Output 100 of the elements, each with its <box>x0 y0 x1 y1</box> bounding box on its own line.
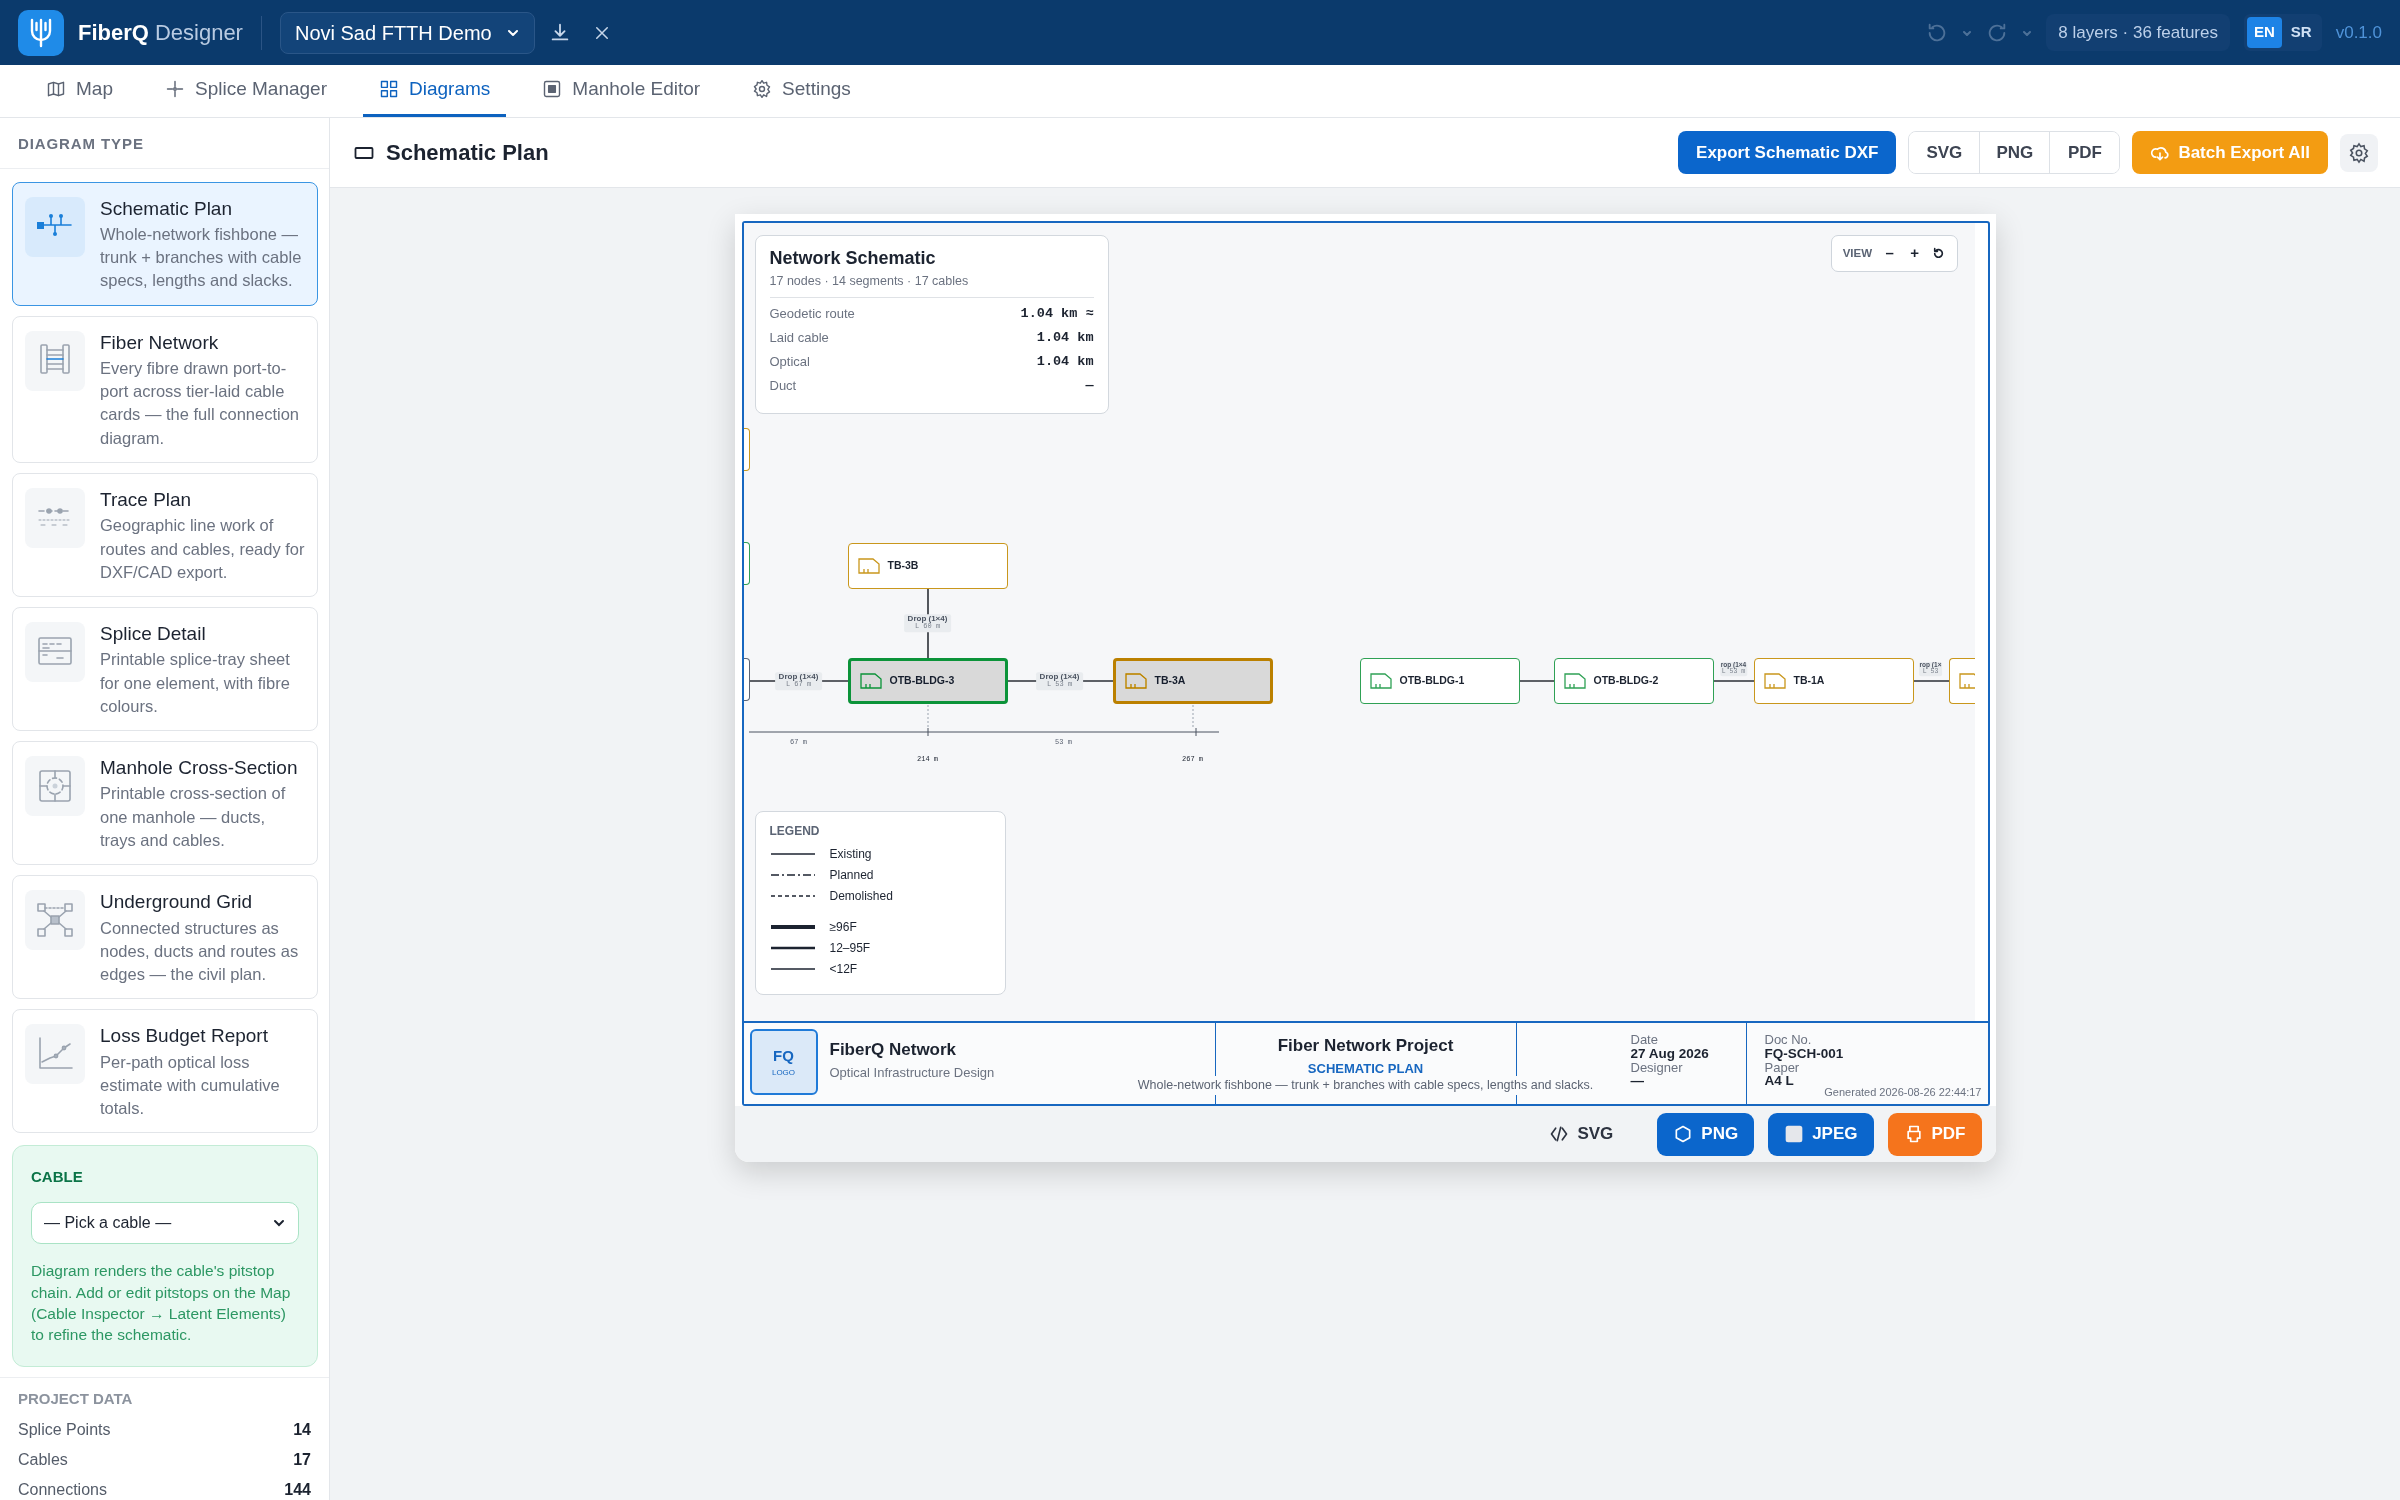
legend-label: Existing <box>829 845 872 863</box>
grid-icon <box>379 79 399 99</box>
cable-line <box>1518 680 1555 682</box>
metric-value: 1.04 km ≈ <box>1020 304 1094 323</box>
nav-tab[interactable]: Manhole Editor <box>526 64 717 117</box>
metric-label: Optical <box>769 353 810 371</box>
zoom-out-button[interactable]: – <box>1882 242 1897 265</box>
cable-select[interactable]: — Pick a cable — <box>31 1202 299 1245</box>
settings-button[interactable] <box>2340 133 2378 172</box>
diagram-type-card[interactable]: Schematic Plan Whole-network fishbone — trunk + branches with cable specs, lengths and slacks. <box>12 181 318 306</box>
language-toggle[interactable]: SR <box>2283 17 2319 48</box>
field-label: Designer <box>1630 1060 1684 1075</box>
project-dropdown[interactable]: Novi Sad FTTH Demo <box>279 11 535 54</box>
line-sample <box>769 871 816 878</box>
diagram-type-title: Fiber Network <box>100 330 220 355</box>
node-label: OTB-BLDG-2 <box>1593 673 1659 689</box>
diagram-type-description: Connected structures as nodes, ducts and routes as edges — the civil plan. <box>100 917 300 985</box>
export-jpeg-button[interactable]: JPEG <box>1768 1112 1874 1156</box>
diagram-type-description: Per-path optical loss estimate with cumulative totals. <box>100 1051 281 1119</box>
terminal-node[interactable]: TB-1A <box>1753 658 1914 704</box>
terminal-node[interactable]: TB-3A <box>1112 658 1273 704</box>
legend-title: LEGEND <box>769 823 821 840</box>
metric-label: Duct <box>769 377 797 395</box>
enclosure-icon <box>1369 673 1392 689</box>
diagram-type-card[interactable]: Loss Budget Report Per-path optical loss estimate with cumulative totals. <box>12 1008 318 1133</box>
square-icon <box>542 79 563 99</box>
enclosure-icon <box>1563 673 1586 689</box>
field-value: FQ-SCH-001 <box>1764 1046 1845 1061</box>
enclosure-icon <box>1763 673 1786 689</box>
diagram-type-card[interactable]: Fiber Network Every fibre drawn port-to-port across tier-laid cable cards — the full connection diagram. <box>12 315 318 463</box>
export-svg-button[interactable]: SVG <box>1533 1112 1630 1156</box>
diagram-type-description: Printable splice-tray sheet for one element, with fibre colours. <box>100 649 291 717</box>
nav-tab[interactable]: Splice Manager <box>148 64 343 117</box>
page-title: Schematic Plan <box>386 139 549 167</box>
otb-node[interactable]: OTB-BLDG-3 <box>847 658 1008 704</box>
diagram-type-description: Printable cross-section of one manhole — ducts, trays and cables. <box>100 783 287 851</box>
zoom-in-button[interactable]: + <box>1907 242 1922 265</box>
otb-node[interactable]: OTB-BLDG-1 <box>1359 658 1520 704</box>
format-button[interactable]: PDF <box>2049 132 2120 173</box>
diagram-type-description: Whole-network fishbone — trunk + branches with cable specs, lengths and slacks. <box>100 224 303 292</box>
panel-title: Network Schematic <box>769 247 937 270</box>
leader-line <box>1192 704 1193 730</box>
stat-value: 144 <box>284 1480 311 1500</box>
diagram-type-title: Trace Plan <box>100 487 193 512</box>
export-dxf-button[interactable]: Export Schematic DXF <box>1678 131 1897 174</box>
line-sample <box>769 850 816 857</box>
logo-initials: FQ <box>773 1045 794 1066</box>
section-heading: PROJECT DATA <box>18 1388 134 1409</box>
brand-name: FiberQ <box>78 19 149 47</box>
export-png-button[interactable]: PNG <box>1657 1112 1755 1156</box>
legend-label: Planned <box>829 866 874 884</box>
hexagon-icon <box>1673 1124 1694 1144</box>
logo-caption: LOGO <box>771 1067 796 1080</box>
diagram-type-card[interactable]: Trace Plan Geographic line work of routes and cables, ready for DXF/CAD export. <box>12 472 318 597</box>
gear-icon <box>752 79 773 99</box>
nav-tab[interactable]: Map <box>30 64 129 117</box>
generated-timestamp: Generated 2026-08-26 22:44:17 <box>1824 1087 1982 1099</box>
view-label: VIEW <box>1842 245 1873 261</box>
terminal-node[interactable] <box>743 428 750 471</box>
diagram-type-card[interactable]: Underground Grid Connected structures as nodes, ducts and routes as edges — the civil plan. <box>12 874 318 999</box>
square-icon <box>1784 1124 1805 1144</box>
layers-badge: 8 layers · 36 features <box>2046 13 2230 52</box>
sheet-type: SCHEMATIC PLAN <box>1306 1059 1425 1078</box>
language-toggle[interactable]: EN <box>2247 17 2282 48</box>
company-subtitle: Optical Infrastructure Design <box>829 1063 995 1082</box>
diagram-type-card[interactable]: Splice Detail Printable splice-tray sheet for one element, with fibre colours. <box>12 606 318 731</box>
terminal-node[interactable]: TB-3B <box>847 543 1008 589</box>
leader-line <box>927 704 928 730</box>
stat-value: 14 <box>293 1420 311 1441</box>
metric-value: — <box>1085 376 1094 395</box>
product-name: Designer <box>154 19 243 47</box>
diagram-type-title: Underground Grid <box>100 889 254 914</box>
stat-label: Cables <box>18 1450 68 1471</box>
enclosure-icon <box>859 673 882 689</box>
field-label: Paper <box>1764 1060 1800 1075</box>
node-label: TB-3B <box>887 558 919 574</box>
project-name: Fiber Network Project <box>1276 1035 1455 1057</box>
legend-label: Demolished <box>829 887 893 905</box>
diagram-type-title: Splice Detail <box>100 621 207 646</box>
diagram-type-title: Schematic Plan <box>100 196 233 221</box>
company-name: FiberQ Network <box>829 1039 958 1061</box>
stat-label: Connections <box>18 1480 107 1500</box>
nav-tab[interactable]: Settings <box>736 64 867 117</box>
otb-node[interactable] <box>743 542 750 585</box>
version-text: v0.1.0 <box>2335 21 2382 44</box>
metric-label: Geodetic route <box>769 305 855 323</box>
line-sample <box>769 965 816 972</box>
closure-node[interactable] <box>743 658 750 701</box>
legend-label: 12–95F <box>829 939 871 957</box>
panel-icon <box>354 144 374 161</box>
otb-node[interactable]: OTB-BLDG-2 <box>1553 658 1714 704</box>
logo-icon <box>18 9 64 56</box>
line-sample <box>769 923 816 930</box>
panel-subtitle: 17 nodes · 14 segments · 17 cables <box>769 272 1094 298</box>
cable-heading: CABLE <box>31 1166 84 1187</box>
legend-label: <12F <box>829 960 858 978</box>
field-label: Date <box>1630 1033 1659 1047</box>
map-icon <box>46 79 66 99</box>
diagram-type-card[interactable]: Manhole Cross-Section Printable cross-section of one manhole — ducts, trays and cables. <box>12 740 318 865</box>
reset-icon[interactable] <box>1932 247 1946 260</box>
